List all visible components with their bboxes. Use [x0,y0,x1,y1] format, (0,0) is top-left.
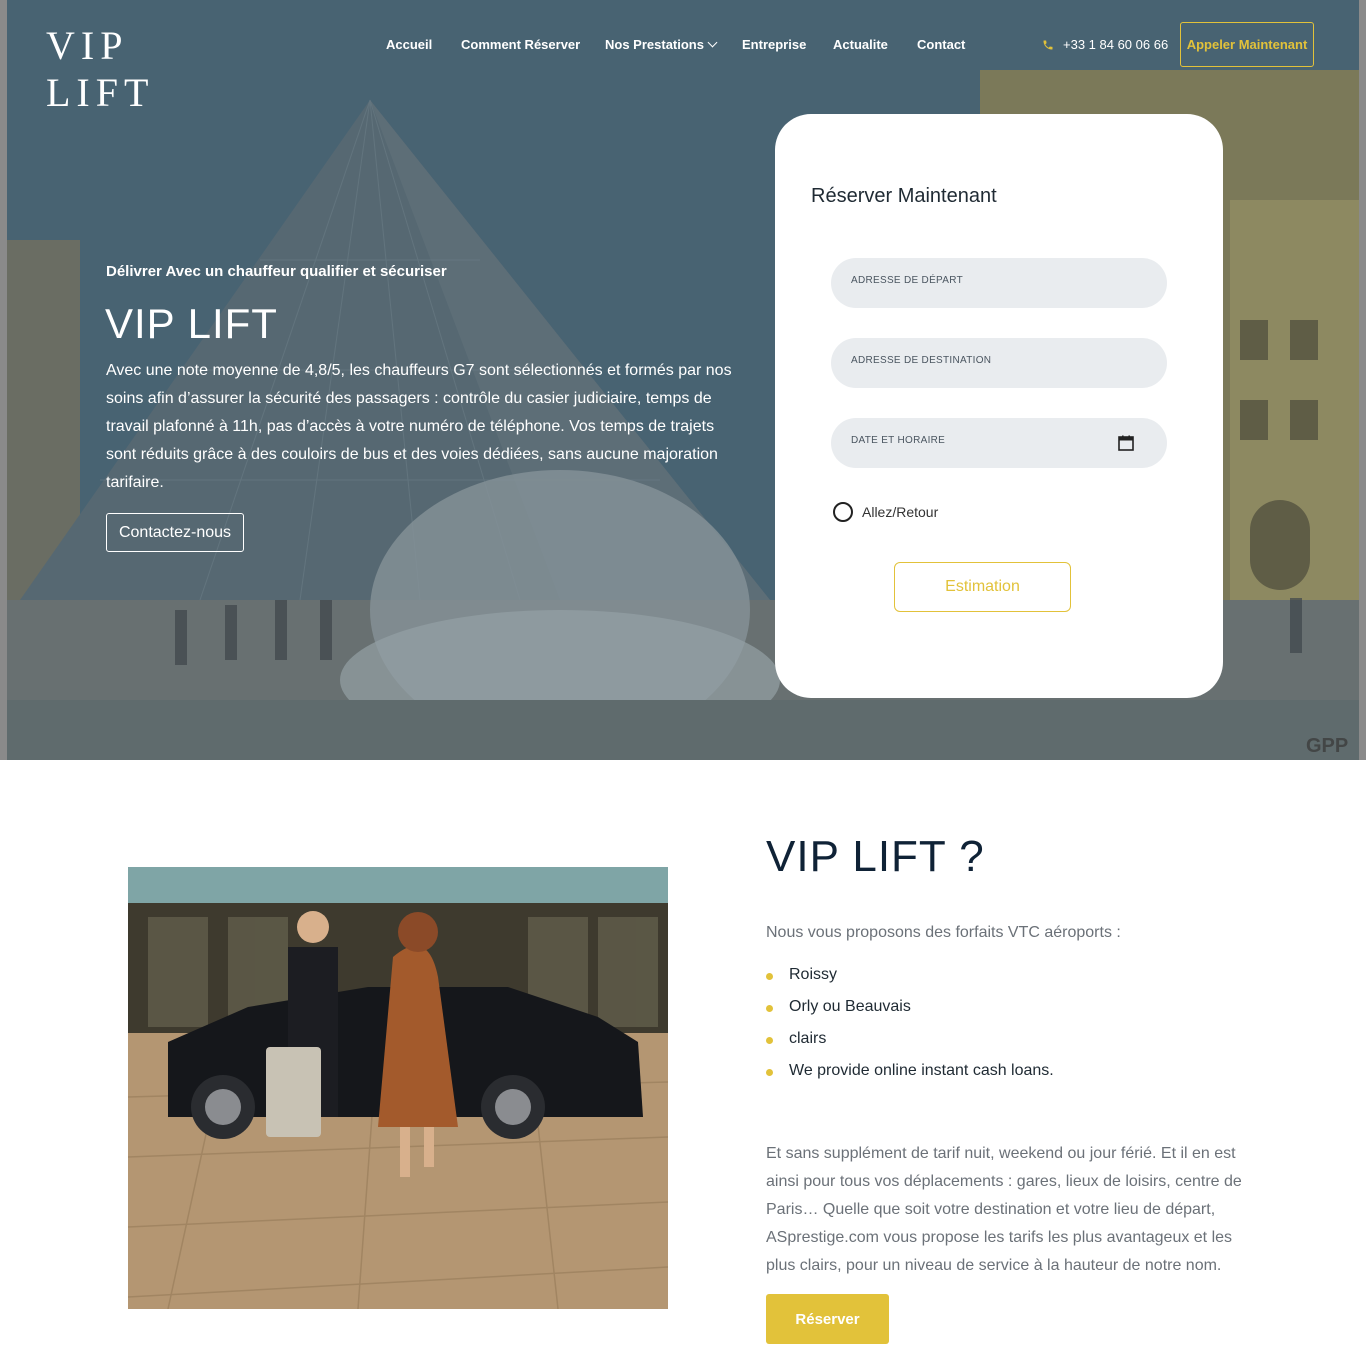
list-item-label: Orly ou Beauvais [789,998,911,1015]
about-intro: Nous vous proposons des forfaits VTC aér… [766,924,1121,941]
airport-list: Roissy Orly ou Beauvais clairs We provid… [766,966,1054,1094]
round-trip-radio[interactable] [833,502,853,522]
hero-subtitle: Délivrer Avec un chauffeur qualifier et … [106,263,447,280]
nav-nos-prestations-label: Nos Prestations [605,37,704,52]
call-now-button[interactable]: Appeler Maintenant [1180,22,1314,67]
departure-placeholder: ADRESSE DE DÉPART [851,275,963,286]
booking-title: Réserver Maintenant [811,185,997,207]
nav-actualite[interactable]: Actualite [833,37,888,52]
about-title: VIP LIFT ? [766,832,985,881]
bullet-icon [766,1037,773,1044]
round-trip-label: Allez/Retour [862,504,939,520]
round-trip-option[interactable]: Allez/Retour [833,502,938,522]
list-item: Roissy [766,966,1054,998]
hero-section: VIP LIFT Accueil Comment Réserver Nos Pr… [0,0,1366,760]
destination-placeholder: ADRESSE DE DESTINATION [851,355,992,366]
hero-paragraph: Avec une note moyenne de 4,8/5, les chau… [106,362,732,491]
list-item-label: We provide online instant cash loans. [789,1062,1054,1079]
chevron-down-icon [707,37,718,48]
contact-us-button[interactable]: Contactez-nous [106,513,244,552]
site-logo[interactable]: VIP LIFT [44,18,194,115]
nav-nos-prestations[interactable]: Nos Prestations [605,37,718,52]
departure-address-input[interactable]: ADRESSE DE DÉPART [831,258,1167,308]
bullet-icon [766,973,773,980]
nav-accueil[interactable]: Accueil [386,37,432,52]
nav-contact[interactable]: Contact [917,37,965,52]
chauffeur-photo [128,867,668,1309]
datetime-input[interactable]: DATE ET HORAIRE [831,418,1167,468]
chauffeur-image [128,867,668,1309]
reserve-button[interactable]: Réserver [766,1294,889,1344]
phone-number: +33 1 84 60 06 66 [1063,37,1169,52]
about-paragraph: Et sans supplément de tarif nuit, weeken… [766,1145,1242,1274]
watermark: GPP [1306,735,1349,757]
list-item: Orly ou Beauvais [766,998,1054,1030]
calendar-icon[interactable] [1118,435,1134,451]
logo-text: VIP LIFT [46,23,155,115]
datetime-placeholder: DATE ET HORAIRE [851,435,946,446]
bullet-icon [766,1005,773,1012]
list-item-label: Roissy [789,966,838,983]
hero-title: VIP LIFT [105,300,278,347]
phone-icon [1043,40,1053,49]
nav-comment-reserver[interactable]: Comment Réserver [461,37,580,52]
list-item: We provide online instant cash loans. [766,1062,1054,1094]
destination-address-input[interactable]: ADRESSE DE DESTINATION [831,338,1167,388]
booking-card: Réserver Maintenant ADRESSE DE DÉPART AD… [775,114,1223,698]
list-item-label: clairs [789,1030,827,1047]
list-item: clairs [766,1030,1054,1062]
nav-entreprise[interactable]: Entreprise [742,37,806,52]
bullet-icon [766,1069,773,1076]
estimate-button[interactable]: Estimation [894,562,1071,612]
header-phone[interactable]: +33 1 84 60 06 66 [1042,37,1168,52]
hero-right-edge [1359,0,1366,760]
hero-left-edge [0,0,7,760]
